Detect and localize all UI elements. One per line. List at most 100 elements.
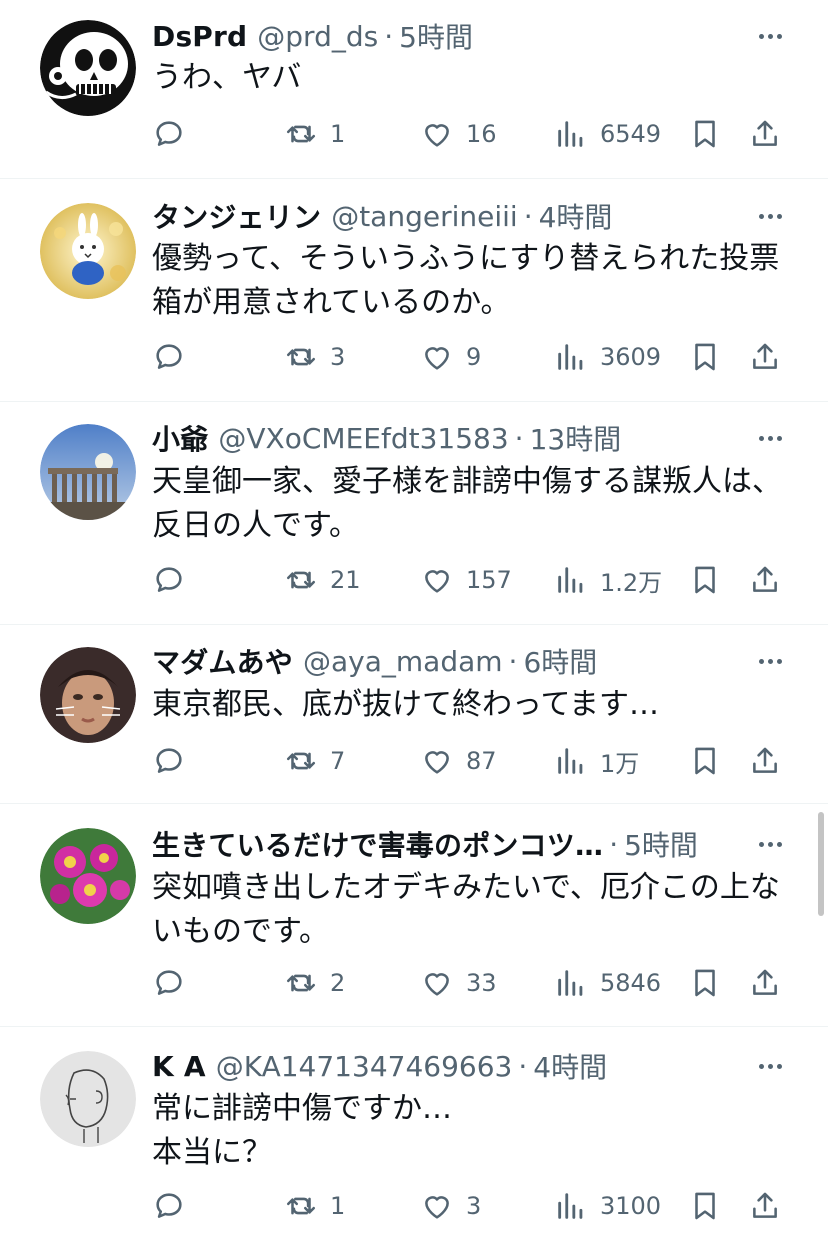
- timestamp[interactable]: 6時間: [523, 641, 597, 681]
- display-name[interactable]: マダムあや: [152, 641, 293, 681]
- retweet-button[interactable]: 1: [284, 112, 345, 156]
- share-button[interactable]: [748, 961, 782, 1005]
- avatar[interactable]: [40, 203, 136, 299]
- avatar[interactable]: [40, 424, 136, 520]
- reply-icon: [156, 970, 182, 995]
- timestamp[interactable]: 13時間: [530, 418, 622, 458]
- bookmark-button[interactable]: [688, 112, 722, 156]
- skull-avatar: [40, 20, 136, 116]
- retweet-button[interactable]: 1: [284, 1184, 345, 1228]
- like-button[interactable]: 16: [420, 112, 497, 156]
- avatar[interactable]: [40, 828, 136, 924]
- reply-button[interactable]: [152, 335, 186, 379]
- tweet[interactable]: 小爺 @VXoCMEEfdt31583 · 13時間 天皇御一家、愛子様を誹謗中…: [0, 402, 828, 624]
- more-options-button[interactable]: [752, 1048, 788, 1084]
- views-button[interactable]: 1.2万: [554, 558, 662, 602]
- more-options-button[interactable]: [752, 18, 788, 54]
- action-bar: 1 3 3100: [152, 1184, 792, 1228]
- view-count: 3609: [600, 343, 662, 371]
- timestamp[interactable]: 4時間: [533, 1046, 607, 1086]
- more-options-button[interactable]: [752, 826, 788, 862]
- retweet-count: 21: [330, 566, 361, 594]
- tweet[interactable]: タンジェリン @tangerineiii · 4時間 優勢って、そういうふうにす…: [0, 179, 828, 401]
- retweet-button[interactable]: 21: [284, 558, 361, 602]
- reply-button[interactable]: [152, 112, 186, 156]
- display-name[interactable]: 小爺: [152, 418, 208, 458]
- bookmark-icon: [695, 343, 715, 371]
- like-button[interactable]: 157: [420, 558, 512, 602]
- scrollbar[interactable]: [818, 812, 824, 916]
- retweet-button[interactable]: 3: [284, 335, 345, 379]
- heart-icon: [425, 751, 449, 774]
- tweet-header: 生きているだけで害毒のポンコツ… · 5時間: [152, 824, 758, 864]
- share-icon: [753, 969, 777, 995]
- tweet-header: DsPrd @prd_ds · 5時間: [152, 16, 758, 56]
- like-count: 9: [466, 343, 482, 371]
- heart-icon: [425, 347, 449, 370]
- display-name[interactable]: DsPrd: [152, 20, 247, 53]
- analytics-icon: [558, 567, 583, 593]
- reply-button[interactable]: [152, 1184, 186, 1228]
- user-handle[interactable]: @aya_madam: [303, 645, 503, 678]
- avatar[interactable]: [40, 20, 136, 116]
- more-options-button[interactable]: [752, 198, 788, 234]
- like-button[interactable]: 87: [420, 739, 497, 783]
- reply-button[interactable]: [152, 961, 186, 1005]
- share-button[interactable]: [748, 112, 782, 156]
- like-button[interactable]: 33: [420, 961, 497, 1005]
- tweet[interactable]: マダムあや @aya_madam · 6時間 東京都民、底が抜けて終わってます……: [0, 625, 828, 803]
- separator-dot: ·: [518, 1049, 528, 1083]
- share-button[interactable]: [748, 739, 782, 783]
- user-handle[interactable]: @tangerineiii: [331, 200, 517, 233]
- timestamp[interactable]: 5時間: [399, 16, 473, 56]
- retweet-count: 2: [330, 969, 346, 997]
- bookmark-icon: [695, 566, 715, 594]
- reply-button[interactable]: [152, 739, 186, 783]
- bookmark-button[interactable]: [688, 1184, 722, 1228]
- display-name[interactable]: 生きているだけで害毒のポンコツ…: [152, 824, 603, 864]
- views-button[interactable]: 6549: [554, 112, 661, 156]
- like-button[interactable]: 9: [420, 335, 481, 379]
- bookmark-button[interactable]: [688, 739, 722, 783]
- views-button[interactable]: 5846: [554, 961, 661, 1005]
- more-options-button[interactable]: [752, 643, 788, 679]
- retweet-count: 3: [330, 343, 346, 371]
- like-button[interactable]: 3: [420, 1184, 481, 1228]
- retweet-count: 7: [330, 747, 346, 775]
- tweet-text: 天皇御一家、愛子様を誹謗中傷する謀叛人は、 反日の人です。: [152, 464, 782, 543]
- retweet-button[interactable]: 2: [284, 961, 345, 1005]
- share-button[interactable]: [748, 1184, 782, 1228]
- views-button[interactable]: 3100: [554, 1184, 661, 1228]
- like-count: 16: [466, 120, 497, 148]
- timestamp[interactable]: 5時間: [624, 824, 698, 864]
- bookmark-button[interactable]: [688, 335, 722, 379]
- reply-icon: [156, 121, 182, 146]
- reply-icon: [156, 567, 182, 592]
- reply-button[interactable]: [152, 558, 186, 602]
- tweet[interactable]: DsPrd @prd_ds · 5時間 うわ、ヤバ 1 16 6549: [0, 0, 828, 178]
- timestamp[interactable]: 4時間: [539, 196, 613, 236]
- avatar[interactable]: [40, 647, 136, 743]
- bookmark-button[interactable]: [688, 961, 722, 1005]
- display-name[interactable]: K A: [152, 1050, 206, 1083]
- share-button[interactable]: [748, 558, 782, 602]
- analytics-icon: [558, 344, 583, 370]
- avatar[interactable]: [40, 1051, 136, 1147]
- user-handle[interactable]: @KA1471347469663: [216, 1050, 513, 1083]
- bookmark-button[interactable]: [688, 558, 722, 602]
- tweet[interactable]: 生きているだけで害毒のポンコツ… · 5時間 突如噴き出したオデキみたいで、厄介…: [0, 804, 828, 1026]
- user-handle[interactable]: @prd_ds: [257, 20, 378, 53]
- display-name[interactable]: タンジェリン: [152, 196, 321, 236]
- bookmark-icon: [695, 747, 715, 775]
- like-count: 3: [466, 1192, 482, 1220]
- tweet-header: 小爺 @VXoCMEEfdt31583 · 13時間: [152, 418, 758, 458]
- retweet-button[interactable]: 7: [284, 739, 345, 783]
- heart-icon: [425, 973, 449, 996]
- user-handle[interactable]: @VXoCMEEfdt31583: [218, 422, 508, 455]
- tweet[interactable]: K A @KA1471347469663 · 4時間 常に誹謗中傷ですか… 本当…: [0, 1027, 828, 1248]
- more-options-button[interactable]: [752, 420, 788, 456]
- separator-dot: ·: [523, 199, 533, 233]
- views-button[interactable]: 1万: [554, 739, 639, 783]
- views-button[interactable]: 3609: [554, 335, 661, 379]
- share-button[interactable]: [748, 335, 782, 379]
